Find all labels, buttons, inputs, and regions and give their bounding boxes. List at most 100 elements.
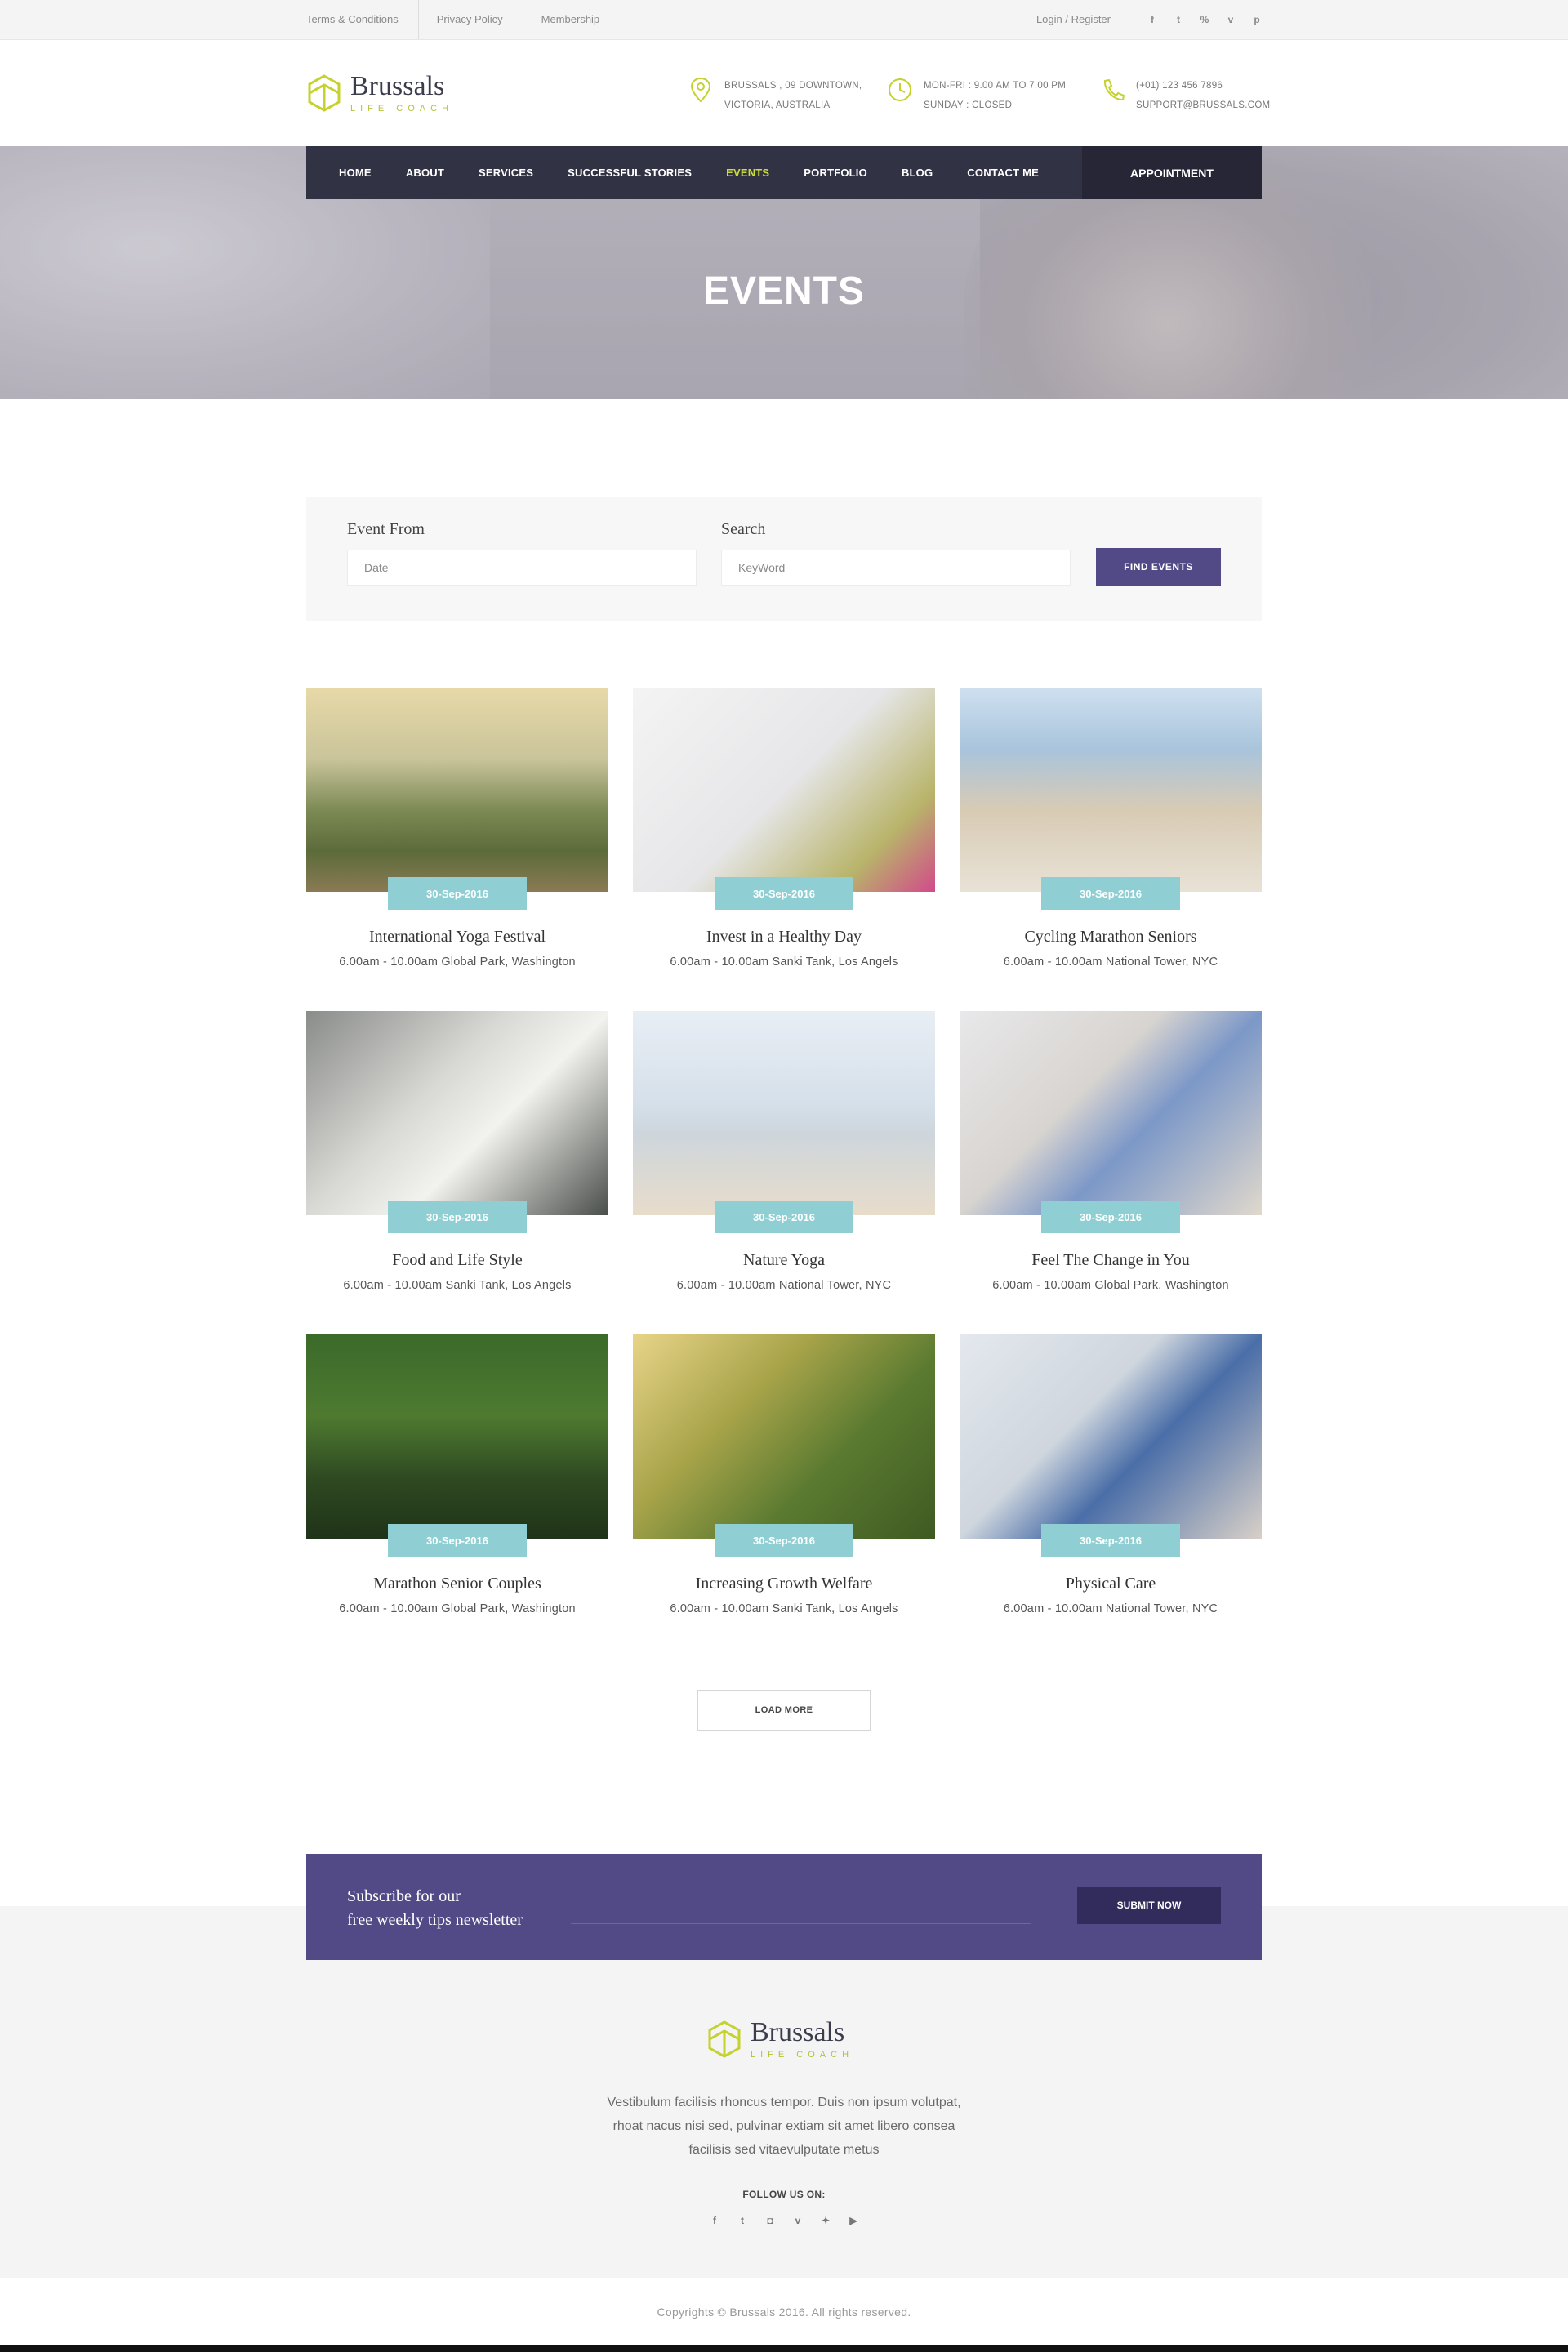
- nav-item-services[interactable]: SERVICES: [479, 167, 533, 179]
- event-card[interactable]: 30-Sep-2016 International Yoga Festival 6.…: [306, 688, 608, 969]
- nav-item-about[interactable]: ABOUT: [406, 167, 444, 179]
- event-image[interactable]: [306, 688, 608, 892]
- event-date-badge: 30-Sep-2016: [388, 1200, 527, 1233]
- footer-desc-line: rhoat nacus nisi sed, pulvinar extiam si…: [612, 2119, 956, 2133]
- event-meta: 6.00am - 10.00am National Tower, NYC: [676, 1279, 892, 1292]
- event-card[interactable]: 30-Sep-2016 Increasing Growth Welfare 6.00…: [633, 1334, 935, 1615]
- dropbox-icon[interactable]: ✦: [820, 2215, 831, 2226]
- event-image[interactable]: [306, 1011, 608, 1215]
- event-title[interactable]: International Yoga Festival: [306, 928, 608, 947]
- nav-item-successful-stories[interactable]: SUCCESSFUL STORIES: [568, 167, 692, 179]
- event-date-badge: 30-Sep-2016: [715, 877, 853, 910]
- logo[interactable]: Brussals LIFE COACH: [306, 73, 453, 114]
- youtube-icon[interactable]: ▶: [848, 2215, 859, 2226]
- contact-info: (+01) 123 456 7896 SUPPORT@BRUSSALS.COM: [1100, 76, 1270, 115]
- nav-item-portfolio[interactable]: PORTFOLIO: [804, 167, 867, 179]
- newsletter-line-2: free weekly tips newsletter: [347, 1911, 523, 1929]
- address-info: BRUSSALS , 09 DOWNTOWN, VICTORIA, AUSTRA…: [688, 76, 862, 115]
- event-image[interactable]: [633, 1334, 935, 1539]
- pinterest-icon[interactable]: p: [1252, 14, 1262, 25]
- privacy-link[interactable]: Privacy Policy: [437, 0, 523, 39]
- vine-icon[interactable]: v: [792, 2215, 804, 2226]
- twitter-icon[interactable]: t: [737, 2215, 748, 2226]
- site-header: Brussals LIFE COACH BRUSSALS , 09 DOWNTO…: [0, 40, 1568, 146]
- copyright-text: Copyrights © Brussals 2016. All rights r…: [0, 2278, 1568, 2345]
- link-icon[interactable]: %: [1200, 14, 1209, 25]
- instagram-icon[interactable]: ◘: [764, 2215, 776, 2226]
- event-date-badge: 30-Sep-2016: [1041, 877, 1180, 910]
- phone-number[interactable]: (+01) 123 456 7896: [1136, 76, 1270, 96]
- login-register-link[interactable]: Login / Register: [1036, 0, 1129, 39]
- load-more-button[interactable]: LOAD MORE: [697, 1690, 871, 1731]
- location-pin-icon: [690, 77, 711, 103]
- event-card[interactable]: 30-Sep-2016 Feel The Change in You 6.00am …: [960, 1011, 1262, 1292]
- event-image[interactable]: [306, 1334, 608, 1539]
- support-email[interactable]: SUPPORT@BRUSSALS.COM: [1136, 96, 1270, 115]
- event-meta: 6.00am - 10.00am Global Park, Washington: [339, 956, 576, 969]
- event-date-input[interactable]: Date: [347, 550, 697, 586]
- event-card[interactable]: 30-Sep-2016 Physical Care 6.00am - 10.00am…: [960, 1334, 1262, 1615]
- top-right: Login / Register f t% v p: [1036, 0, 1262, 39]
- page-title: EVENTS: [702, 270, 866, 313]
- nav-item-contact-me[interactable]: CONTACT ME: [967, 167, 1039, 179]
- event-title[interactable]: Physical Care: [960, 1575, 1262, 1593]
- event-card[interactable]: 30-Sep-2016 Food and Life Style 6.00am - 1…: [306, 1011, 608, 1292]
- event-image[interactable]: [633, 1011, 935, 1215]
- event-from-label: Event From: [347, 520, 425, 538]
- event-title[interactable]: Marathon Senior Couples: [306, 1575, 608, 1593]
- facebook-icon[interactable]: f: [1147, 14, 1157, 25]
- keyword-search-input[interactable]: KeyWord: [721, 550, 1071, 586]
- membership-link[interactable]: Membership: [541, 0, 620, 39]
- event-image[interactable]: [633, 688, 935, 892]
- newsletter-text: Subscribe for our free weekly tips newsl…: [347, 1885, 523, 1932]
- hours-line-1: MON-FRI : 9.00 AM TO 7.00 PM: [924, 81, 1067, 91]
- event-meta: 6.00am - 10.00am Global Park, Washington: [992, 1279, 1229, 1292]
- find-events-button[interactable]: FIND EVENTS: [1096, 548, 1221, 586]
- appointment-button[interactable]: APPOINTMENT: [1082, 146, 1262, 199]
- top-social-icons: f t% v p: [1147, 14, 1262, 25]
- newsletter-email-input[interactable]: [571, 1923, 1031, 1924]
- event-title[interactable]: Increasing Growth Welfare: [633, 1575, 935, 1593]
- footer-logo[interactable]: Brussals LIFE COACH: [706, 2019, 853, 2060]
- nav-item-events[interactable]: EVENTS: [726, 167, 769, 179]
- event-card[interactable]: 30-Sep-2016 Nature Yoga 6.00am - 10.00am N…: [633, 1011, 935, 1292]
- event-date-badge: 30-Sep-2016: [1041, 1200, 1180, 1233]
- event-card[interactable]: 30-Sep-2016 Cycling Marathon Seniors 6.00a…: [960, 688, 1262, 969]
- event-date-badge: 30-Sep-2016: [388, 1524, 527, 1557]
- event-title[interactable]: Feel The Change in You: [960, 1251, 1262, 1270]
- bottom-border: [0, 2345, 1568, 2352]
- footer-social-icons: f t ◘ v ✦ ▶: [0, 2215, 1568, 2226]
- logo-name: Brussals: [350, 71, 445, 101]
- terms-link[interactable]: Terms & Conditions: [306, 0, 419, 39]
- footer-desc-line: facilisis sed vitaevulputate metus: [688, 2143, 880, 2157]
- footer-logo-subtitle: LIFE COACH: [751, 2050, 854, 2060]
- event-title[interactable]: Nature Yoga: [633, 1251, 935, 1270]
- event-image[interactable]: [960, 688, 1262, 892]
- event-card[interactable]: 30-Sep-2016 Invest in a Healthy Day 6.00am…: [633, 688, 935, 969]
- nav-item-blog[interactable]: BLOG: [902, 167, 933, 179]
- nav-item-home[interactable]: HOME: [339, 167, 372, 179]
- vimeo-icon[interactable]: v: [1226, 14, 1236, 25]
- event-image[interactable]: [960, 1011, 1262, 1215]
- event-card[interactable]: 30-Sep-2016 Marathon Senior Couples 6.00am…: [306, 1334, 608, 1615]
- phone-icon: [1103, 78, 1125, 101]
- facebook-icon[interactable]: f: [709, 2215, 720, 2226]
- search-label: Search: [721, 520, 766, 538]
- event-meta: 6.00am - 10.00am National Tower, NYC: [1003, 1602, 1218, 1615]
- event-image[interactable]: [960, 1334, 1262, 1539]
- footer-logo-hexagon-icon: [708, 2020, 741, 2058]
- twitter-icon[interactable]: t: [1174, 14, 1183, 25]
- event-title[interactable]: Invest in a Healthy Day: [633, 928, 935, 947]
- hours-info: MON-FRI : 9.00 AM TO 7.00 PM SUNDAY : CL…: [888, 76, 1066, 115]
- event-title[interactable]: Cycling Marathon Seniors: [960, 928, 1262, 947]
- address-line-2: VICTORIA, AUSTRALIA: [724, 100, 831, 110]
- footer: Brussals LIFE COACH Vestibulum facilisis…: [0, 1906, 1568, 2278]
- event-meta: 6.00am - 10.00am National Tower, NYC: [1003, 956, 1218, 969]
- main-navigation: HOME ABOUT SERVICES SUCCESSFUL STORIES EVENT…: [306, 146, 1262, 199]
- submit-now-button[interactable]: SUBMIT NOW: [1077, 1886, 1221, 1924]
- event-search-panel: Event From Date Search KeyWord FIND EVEN…: [306, 497, 1262, 621]
- newsletter-line-1: Subscribe for our: [347, 1887, 461, 1905]
- top-links: Terms & Conditions Privacy Policy Member…: [306, 0, 637, 39]
- event-meta: 6.00am - 10.00am Sanki Tank, Los Angels: [670, 1602, 898, 1615]
- event-title[interactable]: Food and Life Style: [306, 1251, 608, 1270]
